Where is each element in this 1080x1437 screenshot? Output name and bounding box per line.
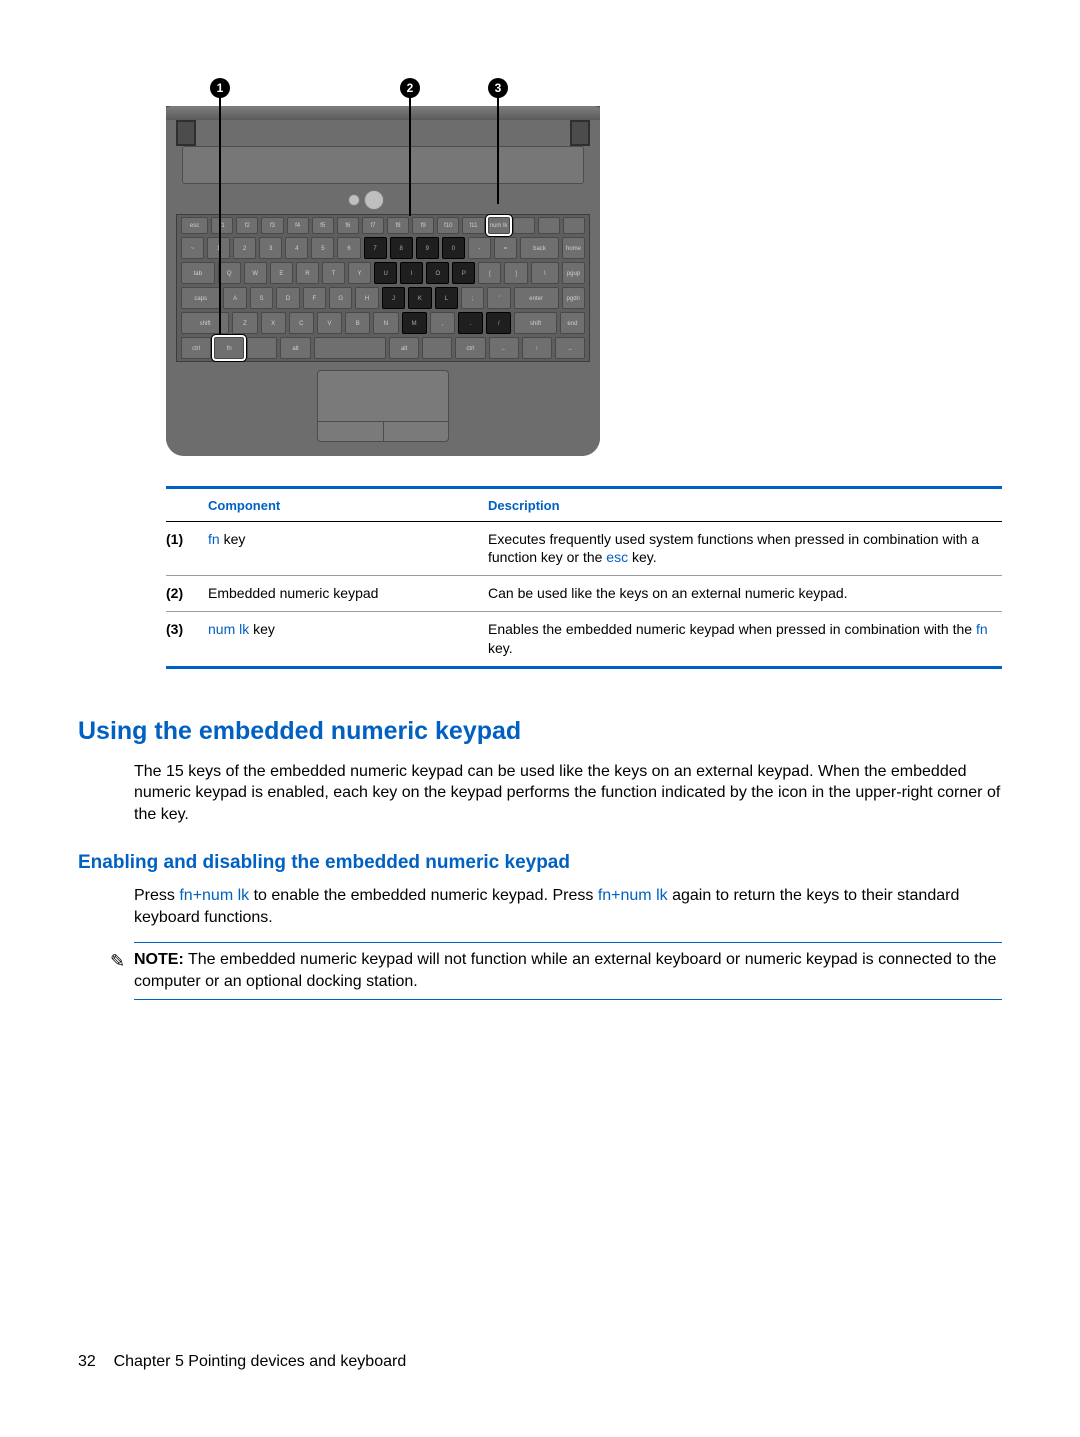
- callout-2: 2: [400, 78, 420, 98]
- para-using-keypad: The 15 keys of the embedded numeric keyp…: [134, 761, 1002, 826]
- table-row: (3) num lk key Enables the embedded nume…: [166, 612, 1002, 668]
- callout-3: 3: [488, 78, 508, 98]
- para-enable-disable: Press fn+num lk to enable the embedded n…: [134, 885, 1002, 928]
- note-block: ✎ NOTE: The embedded numeric keypad will…: [134, 942, 1002, 999]
- page-footer: 32 Chapter 5 Pointing devices and keyboa…: [78, 1351, 406, 1373]
- heading-enable-disable: Enabling and disabling the embedded nume…: [78, 850, 1002, 876]
- table-row: (1) fn key Executes frequently used syst…: [166, 521, 1002, 576]
- component-table: Component Description (1) fn key Execute…: [166, 486, 1002, 669]
- heading-using-keypad: Using the embedded numeric keypad: [78, 715, 1002, 749]
- laptop-illustration: 1 2 3 esc f1f2f3 f4f5f6 f7f8f9 f10f11 nu…: [166, 78, 600, 456]
- callout-1: 1: [210, 78, 230, 98]
- table-row: (2) Embedded numeric keypad Can be used …: [166, 576, 1002, 612]
- th-component: Component: [208, 488, 488, 522]
- note-icon: ✎: [110, 949, 125, 973]
- th-description: Description: [488, 488, 1002, 522]
